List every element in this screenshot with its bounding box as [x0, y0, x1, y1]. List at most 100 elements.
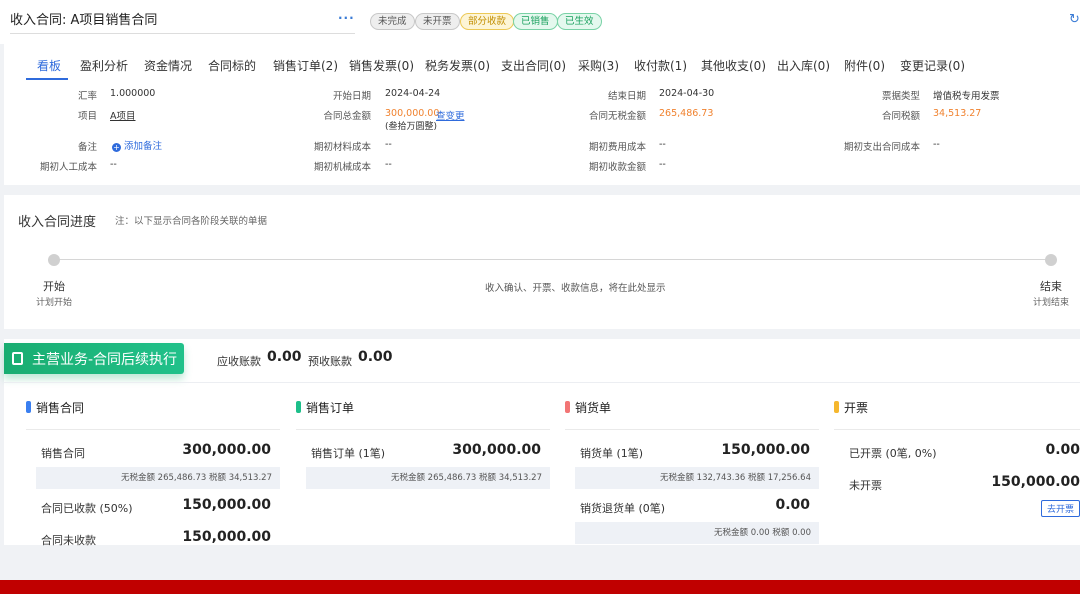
page-title: 收入合同: A项目销售合同 [10, 13, 158, 28]
main-business-title: 主营业务-合同后续执行 [32, 352, 178, 368]
contract-progress-card: 收入合同进度 注：以下显示合同各阶段关联的单据 开始 计划开始 收入确认、开票、… [4, 195, 1080, 329]
start-node [48, 254, 60, 266]
tab-profit-analysis[interactable]: 盈利分析 [80, 57, 128, 74]
delivery-label: 销货单 (1笔) [580, 447, 644, 460]
delivery-marker [565, 401, 570, 413]
sales-order-title: 销售订单 [306, 401, 355, 415]
init-expense-label: 期初费用成本 [588, 142, 646, 153]
tab-contract-items[interactable]: 合同标的 [208, 57, 256, 74]
sales-contract-title: 销售合同 [36, 401, 85, 415]
untaxed-amount-label: 合同无税金额 [588, 111, 646, 122]
invoiced-value: 0.00 [1045, 442, 1080, 458]
tab-attachments[interactable]: 附件(0) [844, 57, 885, 74]
plus-circle-icon: + [112, 143, 121, 152]
invoicing-marker [834, 401, 839, 413]
tab-change-log[interactable]: 变更记录(0) [900, 57, 965, 74]
tax-amount-value: 34,513.27 [933, 108, 982, 119]
end-node [1045, 254, 1057, 266]
start-label: 开始 [43, 280, 65, 293]
contract-received-label: 合同已收款 (50%) [41, 502, 133, 515]
project-link[interactable]: A项目 [110, 108, 136, 122]
contract-unreceived-value: 150,000.00 [182, 529, 271, 545]
status-tag-unfinished: 未完成 [370, 13, 415, 30]
status-tag-uninvoiced: 未开票 [415, 13, 460, 30]
invoice-type-label: 票据类型 [881, 91, 920, 102]
untaxed-amount-value: 265,486.73 [659, 108, 714, 119]
tab-sales-orders[interactable]: 销售订单(2) [273, 57, 338, 74]
tab-dashboard[interactable]: 看板 [37, 57, 61, 74]
tab-purchases[interactable]: 采购(3) [578, 57, 619, 74]
delivery-return-tax-detail: 无税金额 0.00 税额 0.00 [575, 522, 819, 544]
uninvoiced-value: 150,000.00 [991, 474, 1080, 490]
start-date-label: 开始日期 [332, 91, 371, 102]
add-remark-button[interactable]: + 添加备注 [112, 138, 162, 152]
init-labor-value: -- [110, 159, 117, 170]
init-outlay-label: 期初支出合同成本 [843, 142, 920, 153]
status-tag-effective: 已生效 [557, 13, 602, 30]
exchange-rate-value: 1.000000 [110, 88, 156, 99]
main-business-card: 主营业务-合同后续执行 应收账款 0.00 预收账款 0.00 销售合同 销售合… [4, 339, 1080, 547]
invoicing-title: 开票 [844, 401, 869, 415]
business-divider [4, 382, 1080, 383]
refresh-icon[interactable]: ↻ [1069, 12, 1080, 27]
section-divider [834, 429, 1080, 430]
view-change-link[interactable]: 查变更 [436, 108, 465, 122]
tab-inventory-io[interactable]: 出入库(0) [777, 57, 830, 74]
tab-funds[interactable]: 资金情况 [144, 57, 192, 74]
bottom-red-bar [0, 580, 1080, 594]
progress-note: 注：以下显示合同各阶段关联的单据 [115, 216, 268, 227]
prepaid-label: 预收账款 [308, 355, 352, 368]
sales-contract-value: 300,000.00 [182, 442, 271, 458]
end-label: 结束 [1040, 280, 1062, 293]
progress-line [54, 259, 1051, 260]
remark-label: 备注 [77, 142, 97, 153]
title-field[interactable]: 收入合同: A项目销售合同 [10, 10, 355, 34]
tab-sales-invoices[interactable]: 销售发票(0) [349, 57, 414, 74]
sales-order-tax-detail: 无税金额 265,486.73 税额 34,513.27 [306, 467, 550, 489]
delivery-return-label: 销货退货单 (0笔) [580, 502, 666, 515]
total-amount-chinese: (叁拾万圆整) [385, 122, 438, 132]
sales-order-marker [296, 401, 301, 413]
init-material-value: -- [385, 139, 392, 150]
end-date-label: 结束日期 [607, 91, 646, 102]
total-amount-value: 300,000.00 [385, 108, 440, 119]
contract-unreceived-label: 合同未收款 [41, 534, 96, 547]
add-remark-label: 添加备注 [124, 141, 163, 152]
contract-info-card: 看板 盈利分析 资金情况 合同标的 销售订单(2) 销售发票(0) 税务发票(0… [4, 44, 1080, 185]
sales-order-value: 300,000.00 [452, 442, 541, 458]
prepaid-value: 0.00 [358, 349, 393, 365]
invoiced-label: 已开票 (0笔, 0%) [849, 447, 937, 460]
progress-placeholder-text: 收入确认、开票、收款信息，将在此处显示 [485, 283, 666, 294]
delivery-title: 销货单 [575, 401, 612, 415]
status-tag-sold: 已销售 [513, 13, 558, 30]
init-received-value: -- [659, 159, 666, 170]
tax-amount-label: 合同税额 [881, 111, 920, 122]
tab-expense-contracts[interactable]: 支出合同(0) [501, 57, 566, 74]
more-icon[interactable]: ··· [338, 11, 355, 25]
init-material-label: 期初材料成本 [313, 142, 371, 153]
section-divider [26, 429, 280, 430]
init-machine-label: 期初机械成本 [313, 162, 371, 173]
end-date-value: 2024-04-30 [659, 88, 715, 99]
status-tag-partial-received: 部分收款 [460, 13, 515, 30]
uninvoiced-label: 未开票 [849, 479, 882, 492]
delivery-tax-detail: 无税金额 132,743.36 税额 17,256.64 [575, 467, 819, 489]
tab-payments[interactable]: 收付款(1) [634, 57, 687, 74]
init-received-label: 期初收款金额 [588, 162, 646, 173]
start-date-value: 2024-04-24 [385, 88, 441, 99]
tab-tax-invoices[interactable]: 税务发票(0) [425, 57, 490, 74]
exchange-rate-label: 汇率 [77, 91, 97, 102]
contract-received-value: 150,000.00 [182, 497, 271, 513]
tab-other-income-expense[interactable]: 其他收支(0) [701, 57, 766, 74]
go-invoice-button[interactable]: 去开票 [1041, 500, 1080, 517]
main-business-banner: 主营业务-合同后续执行 [4, 343, 184, 374]
progress-title: 收入合同进度 [18, 215, 97, 230]
delivery-return-value: 0.00 [775, 497, 810, 513]
init-expense-value: -- [659, 139, 666, 150]
receivable-value: 0.00 [267, 349, 302, 365]
start-sub-label: 计划开始 [35, 298, 72, 308]
section-divider [296, 429, 550, 430]
delivery-value: 150,000.00 [721, 442, 810, 458]
receivable-label: 应收账款 [217, 355, 261, 368]
active-tab-indicator [26, 78, 68, 80]
